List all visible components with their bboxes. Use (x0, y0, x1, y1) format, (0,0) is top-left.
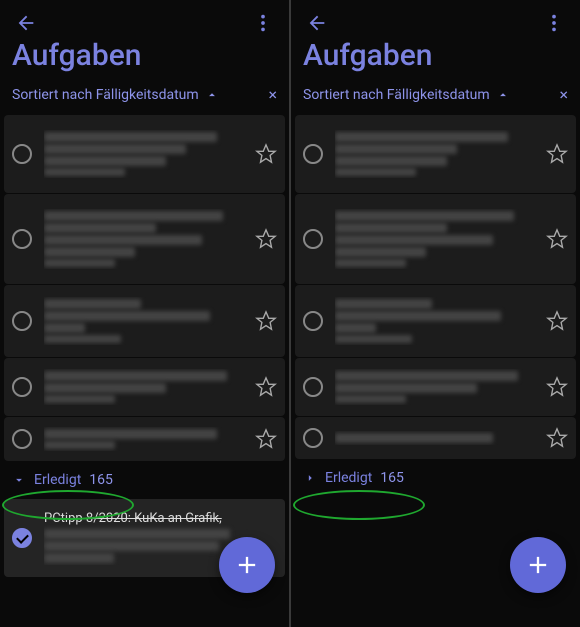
task-content (44, 209, 247, 269)
done-label: Erledigt (34, 472, 81, 488)
star-icon[interactable] (546, 228, 568, 250)
task-checkbox[interactable] (12, 377, 32, 397)
right-panel: Aufgaben Sortiert nach Fälligkeitsdatum … (291, 0, 580, 627)
star-icon[interactable] (255, 143, 277, 165)
done-section-header[interactable]: Erledigt 165 (0, 462, 289, 498)
sort-label: Sortiert nach Fälligkeitsdatum (12, 87, 199, 103)
star-icon[interactable] (546, 427, 568, 449)
star-icon[interactable] (255, 310, 277, 332)
more-menu-button[interactable] (251, 11, 275, 35)
left-panel: Aufgaben Sortiert nach Fälligkeitsdatum … (0, 0, 289, 627)
add-task-fab[interactable] (219, 537, 275, 593)
task-checkbox[interactable] (303, 428, 323, 448)
task-row[interactable] (295, 358, 576, 416)
add-task-fab[interactable] (510, 537, 566, 593)
done-count: 165 (89, 472, 113, 488)
sort-close-button[interactable]: × (268, 85, 277, 104)
back-button[interactable] (305, 11, 329, 35)
completed-task-title: PCtipp 8/2020: KuKa an Grafik, (44, 511, 277, 526)
task-row[interactable] (295, 115, 576, 193)
topbar (0, 0, 289, 38)
sort-close-button[interactable]: × (559, 85, 568, 104)
star-icon[interactable] (255, 376, 277, 398)
task-list (0, 115, 289, 461)
more-menu-button[interactable] (542, 11, 566, 35)
star-icon[interactable] (546, 310, 568, 332)
task-content (335, 297, 538, 345)
task-checkbox[interactable] (12, 429, 32, 449)
task-content (44, 369, 247, 405)
task-checkbox[interactable] (303, 229, 323, 249)
caret-up-icon (205, 88, 219, 102)
star-icon[interactable] (546, 143, 568, 165)
task-checkbox[interactable] (12, 311, 32, 331)
task-row[interactable] (4, 285, 285, 357)
star-icon[interactable] (255, 228, 277, 250)
done-count: 165 (380, 470, 404, 486)
page-title: Aufgaben (0, 38, 289, 81)
task-checkbox[interactable] (303, 144, 323, 164)
task-row[interactable] (4, 194, 285, 284)
task-row[interactable] (4, 417, 285, 461)
chevron-right-icon (303, 471, 317, 485)
star-icon[interactable] (546, 376, 568, 398)
task-checkbox-checked[interactable] (12, 528, 32, 548)
sort-bar[interactable]: Sortiert nach Fälligkeitsdatum × (291, 81, 580, 114)
done-label: Erledigt (325, 470, 372, 486)
topbar (291, 0, 580, 38)
task-content (44, 130, 247, 178)
task-checkbox[interactable] (12, 229, 32, 249)
task-list (291, 115, 580, 459)
task-checkbox[interactable] (303, 311, 323, 331)
task-row[interactable] (4, 115, 285, 193)
chevron-down-icon (12, 473, 26, 487)
star-icon[interactable] (255, 428, 277, 450)
back-button[interactable] (14, 11, 38, 35)
task-row[interactable] (295, 417, 576, 459)
sort-bar[interactable]: Sortiert nach Fälligkeitsdatum × (0, 81, 289, 114)
sort-label: Sortiert nach Fälligkeitsdatum (303, 87, 490, 103)
task-row[interactable] (4, 358, 285, 416)
task-content (335, 431, 538, 445)
task-content (44, 297, 247, 345)
task-checkbox[interactable] (12, 144, 32, 164)
page-title: Aufgaben (291, 38, 580, 81)
task-content (44, 427, 247, 451)
task-checkbox[interactable] (303, 377, 323, 397)
caret-up-icon (496, 88, 510, 102)
task-row[interactable] (295, 285, 576, 357)
task-content (335, 130, 538, 178)
done-section-header[interactable]: Erledigt 165 (291, 460, 580, 496)
task-row[interactable] (295, 194, 576, 284)
task-content (335, 209, 538, 269)
task-content (335, 369, 538, 405)
